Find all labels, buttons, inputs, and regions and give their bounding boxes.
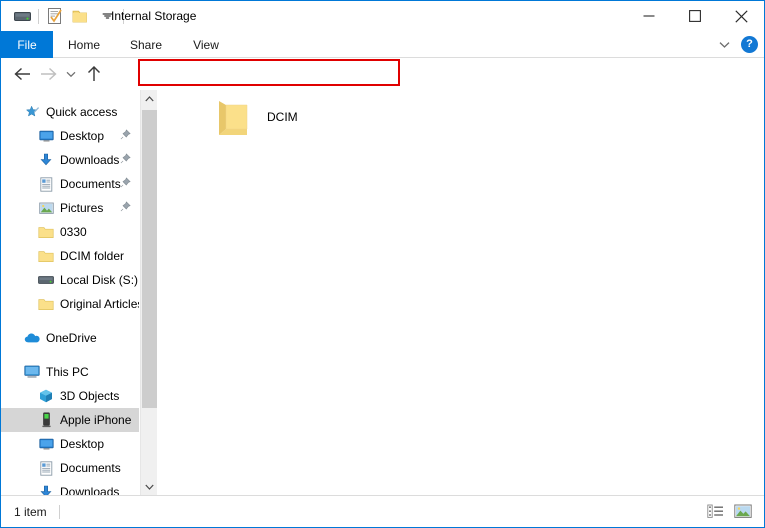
sidebar-item-label: Apple iPhone [60,413,132,427]
desktop-icon [37,438,55,451]
sidebar-item-original-articles[interactable]: Original Articles [1,292,139,316]
phone-icon [37,412,55,428]
address-bar-row: This PC Apple iPhone Internal Storage [1,58,764,142]
navigation-pane-scrollbar[interactable] [140,90,157,495]
tab-home[interactable]: Home [53,31,115,58]
sidebar-item-label: Quick access [46,105,118,119]
view-mode-buttons [704,501,754,523]
status-bar: 1 item [1,495,764,527]
nav-group-spacer-1 [1,316,139,326]
title-bar: Internal Storage [1,1,764,31]
documents-icon [37,176,55,192]
sidebar-item-label: This PC [46,365,89,379]
pin-icon[interactable] [120,201,131,215]
sidebar-item-label: OneDrive [46,331,97,345]
sidebar-item-desktop-pc[interactable]: Desktop [1,432,139,456]
nav-group-spacer-2 [1,350,139,360]
sidebar-item-dcim-folder[interactable]: DCIM folder [1,244,139,268]
downloads-icon [37,485,55,495]
sidebar-item-label: Desktop [60,129,105,143]
documents-icon [37,460,55,476]
sidebar-item-label: Documents [60,461,121,475]
chevron-down-icon[interactable] [715,36,733,54]
list-item[interactable]: DCIM [213,98,298,138]
desktop-icon [37,130,55,143]
forward-button[interactable] [35,61,61,87]
new-folder-icon[interactable] [68,5,94,27]
pin-icon[interactable] [120,153,131,167]
recent-locations-chevron-icon[interactable] [61,61,81,87]
folder-icon [37,250,55,263]
sidebar-item-onedrive[interactable]: OneDrive [1,326,139,350]
window-title: Internal Storage [111,9,197,23]
sidebar-item-label: Downloads [60,485,120,495]
scroll-down-arrow-icon[interactable] [141,478,158,495]
ribbon-tab-list: File Home Share View [1,31,235,58]
explorer-window: Internal Storage File Home Share View ? [0,0,765,528]
quick-access-toolbar [9,1,127,31]
list-item-label: DCIM [267,110,298,124]
details-view-button[interactable] [704,501,726,523]
up-button[interactable] [81,61,107,87]
window-controls [626,1,764,31]
explorer-body: Quick access Desktop Downloads Documents… [1,90,764,495]
navigation-buttons [9,58,107,90]
this-pc-icon [23,365,41,379]
sidebar-item-quick-access[interactable]: Quick access [1,100,139,124]
tab-view[interactable]: View [177,31,235,58]
file-list-view[interactable]: DCIM [158,90,764,495]
ribbon-tabs-bar: File Home Share View ? [1,31,764,58]
sidebar-item-local-disk-s[interactable]: Local Disk (S:) [1,268,139,292]
scroll-up-arrow-icon[interactable] [141,90,158,107]
pin-icon[interactable] [120,177,131,191]
sidebar-item-this-pc[interactable]: This PC [1,360,139,384]
sidebar-item-label: Pictures [60,201,104,215]
help-button[interactable]: ? [741,36,758,53]
minimize-button[interactable] [626,1,672,31]
scrollbar-thumb[interactable] [142,110,157,408]
downloads-icon [37,153,55,167]
back-button[interactable] [9,61,35,87]
sidebar-item-label: 3D Objects [60,389,120,403]
pictures-icon [37,202,55,215]
sidebar-item-documents[interactable]: Documents [1,172,139,196]
sidebar-item-documents-pc[interactable]: Documents [1,456,139,480]
sidebar-item-downloads-pc[interactable]: Downloads [1,480,139,495]
sidebar-item-label: Downloads [60,153,120,167]
folder-icon [213,98,255,138]
nav-top-spacer [1,90,139,100]
drive-icon[interactable] [9,5,35,27]
onedrive-icon [23,332,41,344]
maximize-button[interactable] [672,1,718,31]
tab-share[interactable]: Share [115,31,177,58]
3d-objects-icon [37,389,55,403]
folder-icon [37,298,55,311]
sidebar-item-label: 0330 [60,225,87,239]
pin-icon[interactable] [120,129,131,143]
sidebar-item-desktop[interactable]: Desktop [1,124,139,148]
sidebar-item-0330[interactable]: 0330 [1,220,139,244]
drive-icon [37,275,55,286]
item-count-label: 1 item [14,504,47,519]
status-divider [58,504,60,519]
sidebar-item-pictures[interactable]: Pictures [1,196,139,220]
ribbon-right-controls: ? [715,31,758,58]
sidebar-item-3d-objects[interactable]: 3D Objects [1,384,139,408]
large-icons-view-button[interactable] [732,501,754,523]
sidebar-item-label: Documents [60,177,121,191]
navigation-pane: Quick access Desktop Downloads Documents… [1,90,139,495]
toolbar-separator-1 [38,8,39,24]
tab-file[interactable]: File [1,31,53,58]
sidebar-item-apple-iphone[interactable]: Apple iPhone [1,408,139,432]
star-pin-icon [23,105,41,120]
sidebar-item-label: DCIM folder [60,249,125,263]
sidebar-item-label: Local Disk (S:) [60,273,139,287]
properties-icon[interactable] [42,5,68,27]
folder-icon [37,226,55,239]
sidebar-item-downloads[interactable]: Downloads [1,148,139,172]
sidebar-item-label: Desktop [60,437,105,451]
sidebar-item-label: Original Articles [60,297,139,311]
close-button[interactable] [718,1,764,31]
